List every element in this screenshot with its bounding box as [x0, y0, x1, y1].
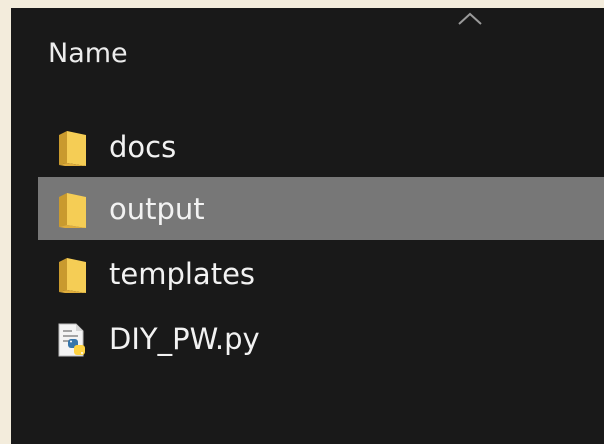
file-name: docs: [109, 130, 177, 164]
file-row-docs[interactable]: docs: [38, 115, 604, 178]
python-file-icon: [58, 323, 85, 357]
name-column-header[interactable]: Name: [48, 38, 128, 70]
file-row-diy-pw-py[interactable]: DIY_PW.py: [38, 307, 604, 370]
file-name: DIY_PW.py: [109, 322, 260, 356]
file-name: templates: [109, 257, 256, 291]
folder-icon: [59, 193, 86, 228]
file-name: output: [109, 192, 205, 226]
file-list-panel: Name docs output templates DIY_PW.py: [11, 8, 604, 444]
file-row-output[interactable]: output: [38, 177, 604, 240]
folder-icon: [59, 258, 86, 293]
sort-ascending-chevron-icon[interactable]: [457, 11, 483, 27]
file-row-templates[interactable]: templates: [38, 242, 604, 305]
folder-icon: [59, 131, 86, 166]
